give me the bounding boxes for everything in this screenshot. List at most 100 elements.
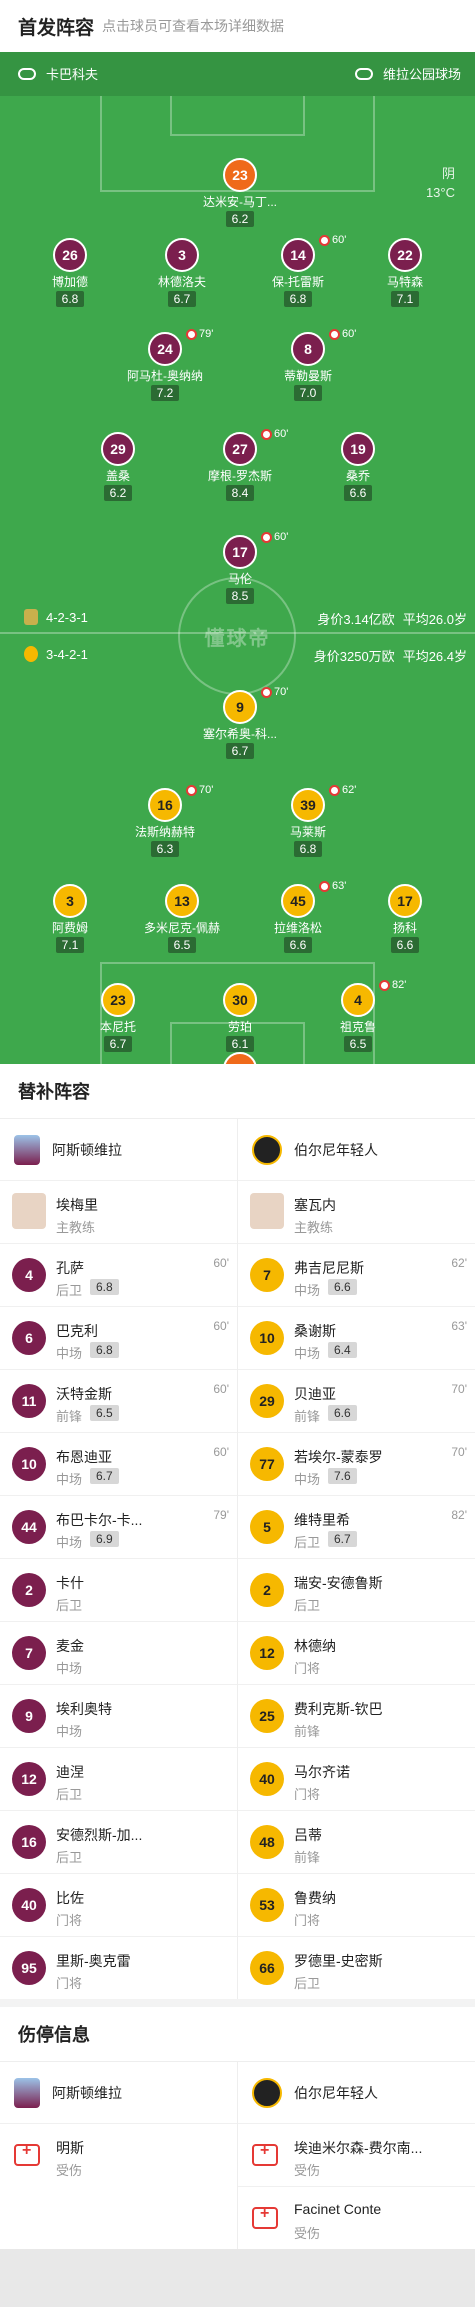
substitute-row[interactable]: 2 瑞安-安德鲁斯 后卫 xyxy=(238,1558,475,1621)
temperature-text: 13°C xyxy=(425,185,455,200)
away-team-row[interactable]: 伯尔尼年轻人 xyxy=(238,2061,475,2123)
player-rating: 6.7 xyxy=(225,743,255,759)
lineup-header: 首发阵容 点击球员可查看本场详细数据 xyxy=(0,0,475,52)
substitute-number: 16 xyxy=(12,1825,46,1859)
home-coach-role: 主教练 xyxy=(56,1220,96,1235)
substitute-row[interactable]: 48 吕蒂 前锋 xyxy=(238,1810,475,1873)
away-player-23[interactable]: 23 本尼托 6.7 xyxy=(63,983,173,1053)
player-name: 阿马杜-奥纳纳 xyxy=(127,369,203,383)
substitute-row[interactable]: 2 卡什 后卫 xyxy=(0,1558,237,1621)
substitute-number: 29 xyxy=(250,1384,284,1418)
substitute-number: 6 xyxy=(12,1321,46,1355)
weather-text: 阴 xyxy=(441,166,455,181)
substitute-row[interactable]: 53 鲁费纳 门将 xyxy=(238,1873,475,1936)
away-player-9[interactable]: 9 70' 塞尔希奥-科... 6.7 xyxy=(185,686,295,760)
sub-time: 60' xyxy=(342,328,357,340)
player-number-badge: 29 xyxy=(101,432,135,466)
home-subs-column: 阿斯顿维拉 埃梅里 主教练 4 孔萨 后卫 6.8 60' 6 巴克利 中场 6.8 60' 11 沃… xyxy=(0,1118,237,1999)
substitute-name: 安德烈斯-加... xyxy=(56,1827,143,1843)
home-coach-name: 埃梅里 xyxy=(56,1197,98,1213)
substitute-row[interactable]: 95 里斯-奥克雷 门将 xyxy=(0,1936,237,1999)
player-number-badge: 14 xyxy=(281,238,315,272)
home-player-14[interactable]: 14 60' 保-托雷斯 6.8 xyxy=(243,234,353,308)
home-venue: 卡巴科夫 xyxy=(46,67,99,82)
substitute-row[interactable]: 11 沃特金斯 前锋 6.5 60' xyxy=(0,1369,237,1432)
medical-kit-icon xyxy=(252,2142,278,2166)
player-number: 45 xyxy=(290,893,306,909)
away-player-17[interactable]: 17 扬科 6.6 xyxy=(350,884,460,954)
substitute-name: 弗吉尼尼斯 xyxy=(294,1260,364,1276)
home-player-19[interactable]: 19 桑乔 6.6 xyxy=(303,432,413,502)
substitute-row[interactable]: 25 费利克斯-钦巴 前锋 xyxy=(238,1684,475,1747)
substitute-row[interactable]: 66 罗德里-史密斯 后卫 xyxy=(238,1936,475,1999)
away-player-3[interactable]: 3 阿费姆 7.1 xyxy=(15,884,125,954)
home-player-26[interactable]: 26 博加德 6.8 xyxy=(15,238,125,308)
player-number-badge: 22 xyxy=(388,238,422,272)
weather-info: 阴 13°C xyxy=(426,164,455,202)
away-player-4[interactable]: 4 82' 祖克鲁 6.5 xyxy=(303,979,413,1053)
substitute-row[interactable]: 9 埃利奥特 中场 xyxy=(0,1684,237,1747)
home-player-8[interactable]: 8 60' 蒂勒曼斯 7.0 xyxy=(253,328,363,402)
home-injuries-column: 阿斯顿维拉 明斯受伤 xyxy=(0,2061,237,2249)
substitute-position: 后卫 xyxy=(56,1787,83,1802)
home-team-row[interactable]: 阿斯顿维拉 xyxy=(0,2061,237,2123)
player-rating: 7.1 xyxy=(390,291,420,307)
injury-row[interactable]: Facinet Conte 受伤 xyxy=(238,2186,475,2249)
away-team-row[interactable]: 伯尔尼年轻人 xyxy=(238,1118,475,1180)
home-player-23[interactable]: 23 达米安-马丁... 6.2 xyxy=(185,158,295,228)
sub-out-icon xyxy=(329,328,340,340)
away-formation: 3-4-2-1 xyxy=(46,646,88,662)
home-player-24[interactable]: 24 79' 阿马杜-奥纳纳 7.2 xyxy=(110,328,220,402)
substitute-row[interactable]: 12 林德纳 门将 xyxy=(238,1621,475,1684)
venue-bar: 卡巴科夫 维拉公园球场 xyxy=(0,52,475,96)
player-number-badge: 30 xyxy=(223,983,257,1017)
away-coach-row[interactable]: 塞瓦内 主教练 xyxy=(238,1180,475,1243)
away-player-1[interactable]: 1凯勒6.8 xyxy=(185,1052,295,1064)
substitute-name: 贝迪亚 xyxy=(294,1386,336,1402)
substitute-position: 后卫 xyxy=(56,1598,83,1613)
substitute-row[interactable]: 16 安德烈斯-加... 后卫 xyxy=(0,1810,237,1873)
substitute-row[interactable]: 5 维特里希 后卫 6.7 82' xyxy=(238,1495,475,1558)
substitute-row[interactable]: 44 布巴卡尔-卡... 中场 6.9 79' xyxy=(0,1495,237,1558)
substitute-row[interactable]: 40 马尔齐诺 门将 xyxy=(238,1747,475,1810)
home-coach-row[interactable]: 埃梅里 主教练 xyxy=(0,1180,237,1243)
substitute-number: 12 xyxy=(12,1762,46,1796)
substitute-row[interactable]: 7 麦金 中场 xyxy=(0,1621,237,1684)
away-player-45[interactable]: 45 63' 拉维洛松 6.6 xyxy=(243,880,353,954)
player-name: 马特森 xyxy=(386,275,423,289)
player-rating: 6.2 xyxy=(225,211,255,227)
substitute-row[interactable]: 77 若埃尔-蒙泰罗 中场 7.6 70' xyxy=(238,1432,475,1495)
home-player-17[interactable]: 17 60' 马伦 8.5 xyxy=(185,531,295,605)
substitute-position: 前锋 xyxy=(294,1409,321,1424)
home-team-row[interactable]: 阿斯顿维拉 xyxy=(0,1118,237,1180)
substitute-row[interactable]: 7 弗吉尼尼斯 中场 6.6 62' xyxy=(238,1243,475,1306)
away-player-16[interactable]: 16 70' 法斯纳赫特 6.3 xyxy=(110,784,220,858)
away-player-30[interactable]: 30 劳珀 6.1 xyxy=(185,983,295,1053)
substitute-row[interactable]: 4 孔萨 后卫 6.8 60' xyxy=(0,1243,237,1306)
home-team-icon xyxy=(24,609,38,625)
substitute-row[interactable]: 12 迪涅 后卫 xyxy=(0,1747,237,1810)
home-player-27[interactable]: 27 60' 摩根-罗杰斯 8.4 xyxy=(185,428,295,502)
substitute-name: 桑谢斯 xyxy=(294,1323,336,1339)
substitute-number: 40 xyxy=(12,1888,46,1922)
player-rating: 7.1 xyxy=(55,937,85,953)
home-player-29[interactable]: 29 盖桑 6.2 xyxy=(63,432,173,502)
injury-row[interactable]: 明斯受伤 xyxy=(0,2123,237,2186)
substitute-row[interactable]: 10 桑谢斯 中场 6.4 63' xyxy=(238,1306,475,1369)
away-player-13[interactable]: 13 多米尼克-佩赫 6.5 xyxy=(127,884,237,954)
substitute-position: 门将 xyxy=(294,1913,321,1928)
sub-out-icon xyxy=(319,234,330,246)
substitute-row[interactable]: 40 比佐 门将 xyxy=(0,1873,237,1936)
injury-row[interactable]: 埃迪米尔森-费尔南... 受伤 xyxy=(238,2123,475,2186)
home-player-3[interactable]: 3 林德洛夫 6.7 xyxy=(127,238,237,308)
substitute-number: 12 xyxy=(250,1636,284,1670)
home-player-22[interactable]: 22 马特森 7.1 xyxy=(350,238,460,308)
substitute-row[interactable]: 10 布恩迪亚 中场 6.7 60' xyxy=(0,1432,237,1495)
substitute-rating: 6.4 xyxy=(328,1342,357,1358)
player-number-badge: 17 xyxy=(223,535,257,569)
substitute-number: 40 xyxy=(250,1762,284,1796)
away-player-39[interactable]: 39 62' 马莱斯 6.8 xyxy=(253,784,363,858)
substitute-number: 48 xyxy=(250,1825,284,1859)
substitute-row[interactable]: 29 贝迪亚 前锋 6.6 70' xyxy=(238,1369,475,1432)
substitute-row[interactable]: 6 巴克利 中场 6.8 60' xyxy=(0,1306,237,1369)
